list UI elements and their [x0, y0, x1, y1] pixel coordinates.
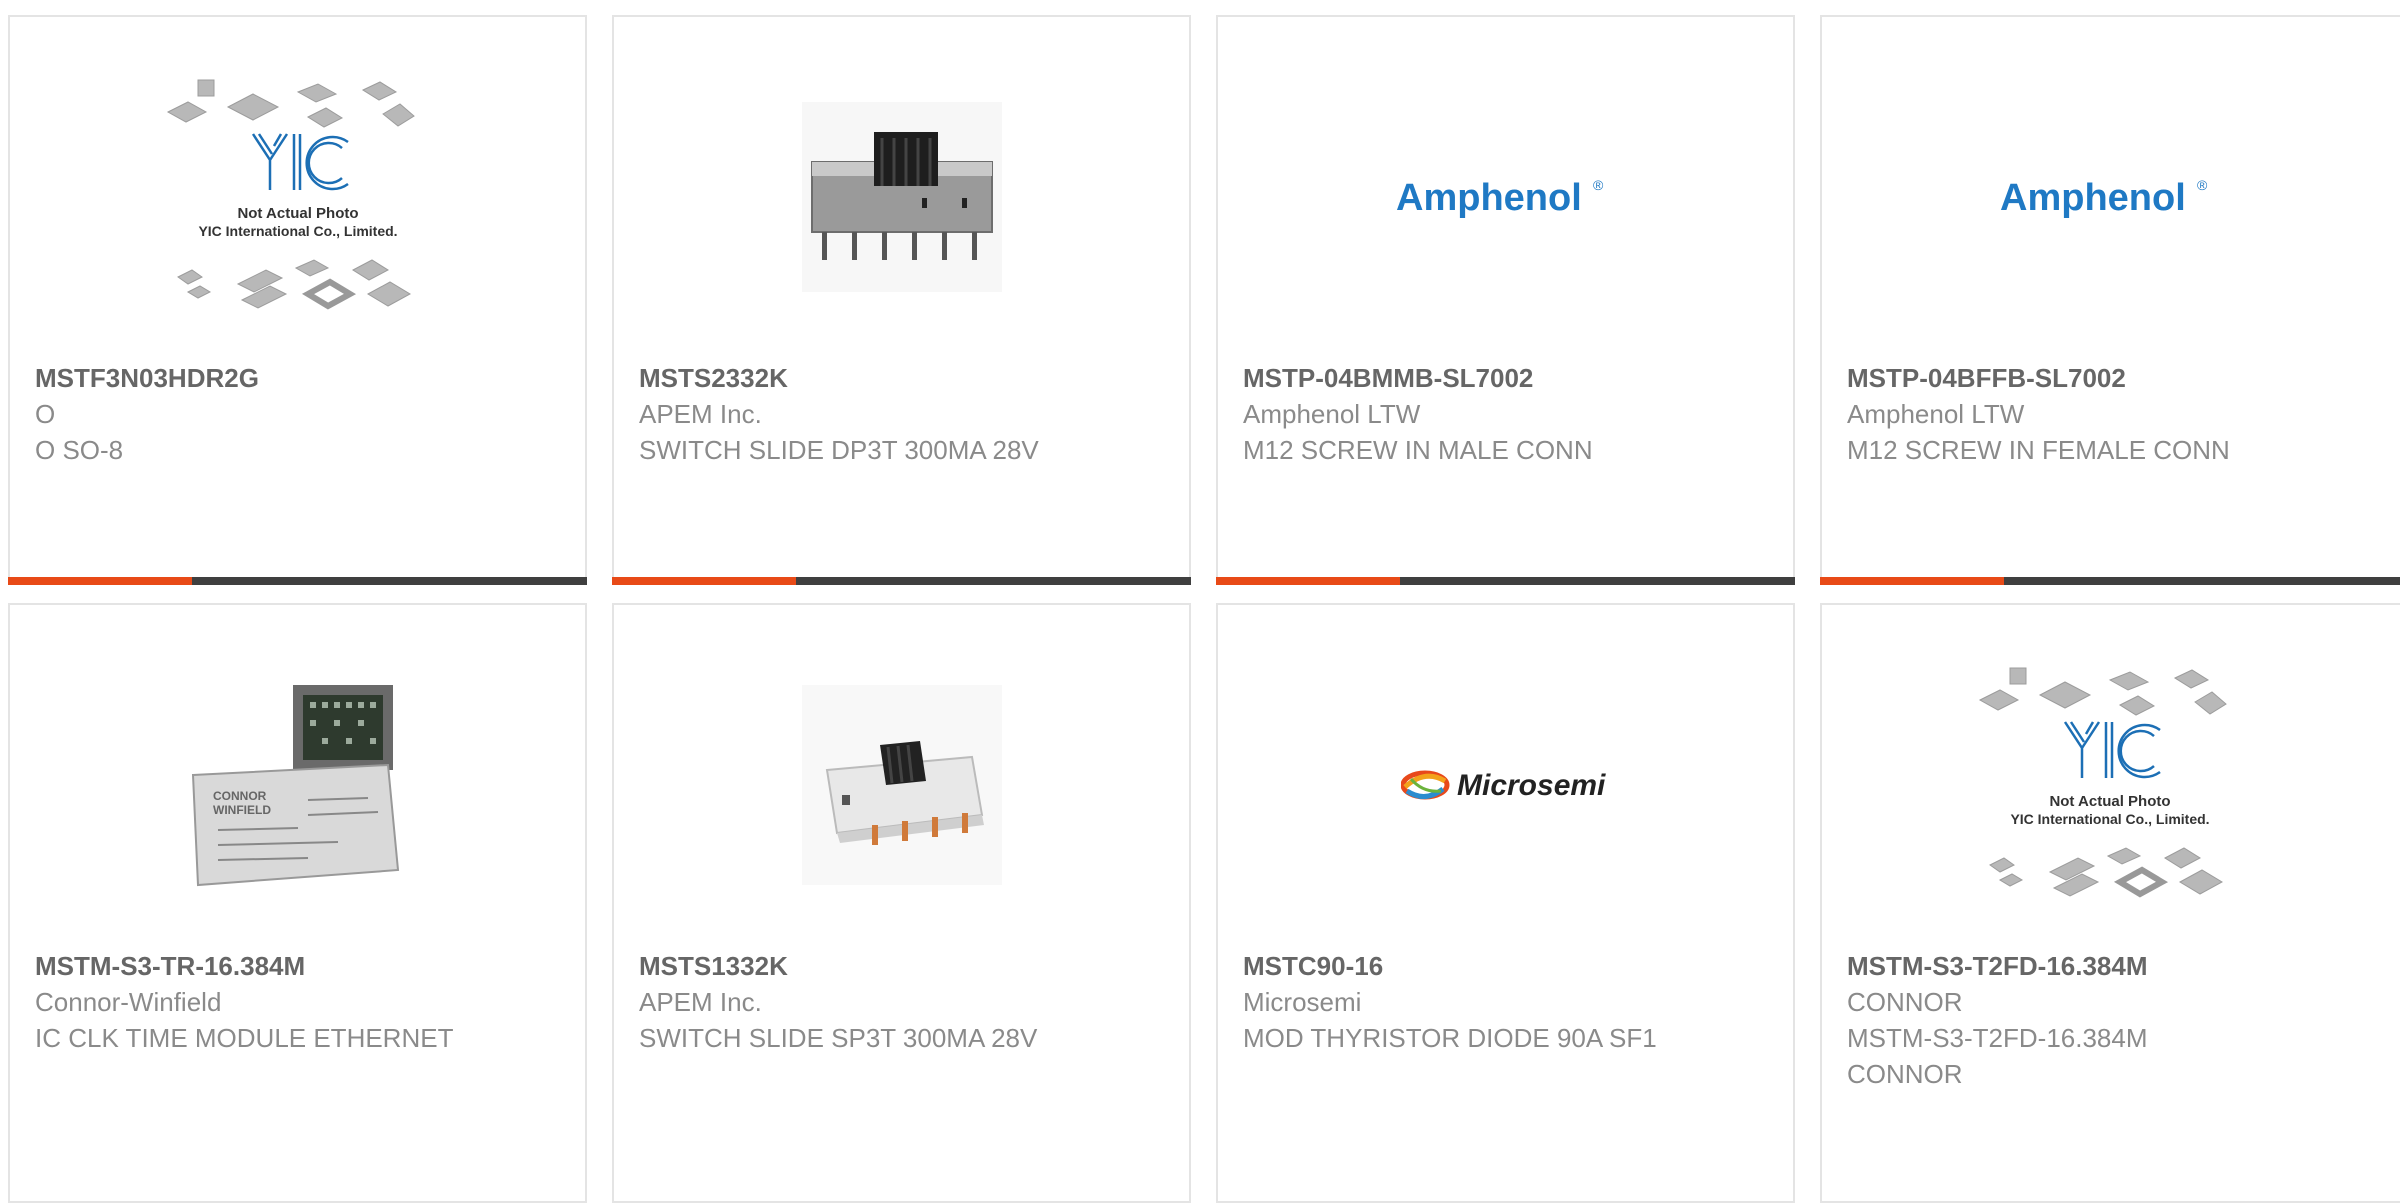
product-info: MSTS1332K APEM Inc. SWITCH SLIDE SP3T 30…: [639, 948, 1169, 1056]
product-image[interactable]: Amphenol ®: [1822, 87, 2397, 307]
part-number[interactable]: MSTS1332K: [639, 948, 1169, 984]
card-accent-bar: [8, 577, 587, 585]
not-actual-photo-icon: Not Actual Photo YIC International Co., …: [1978, 667, 2227, 898]
registered-mark: ®: [1593, 177, 1604, 193]
product-image-placeholder[interactable]: Not Actual Photo YIC International Co., …: [1822, 667, 2397, 898]
product-info: MSTS2332K APEM Inc. SWITCH SLIDE DP3T 30…: [639, 360, 1169, 468]
manufacturer: Connor-Winfield: [35, 987, 222, 1017]
product-card[interactable]: MSTS1332K APEM Inc. SWITCH SLIDE SP3T 30…: [612, 603, 1191, 1203]
yic-logo: [2063, 721, 2161, 779]
card-accent-bar: [1820, 577, 2400, 585]
accent-orange: [1216, 577, 1400, 585]
placeholder-text-line2: YIC International Co., Limited.: [198, 223, 397, 239]
microsemi-logo-icon: Microsemi: [1400, 769, 1606, 802]
part-number[interactable]: MSTP-04BFFB-SL7002: [1847, 360, 2398, 396]
manufacturer: Microsemi: [1243, 987, 1362, 1017]
description: M12 SCREW IN MALE CONN: [1243, 435, 1593, 465]
product-info: MSTP-04BFFB-SL7002 Amphenol LTW M12 SCRE…: [1847, 360, 2398, 468]
accent-orange: [1820, 577, 2004, 585]
amphenol-logo-text: Amphenol: [2000, 177, 2186, 219]
product-image[interactable]: Amphenol ®: [1218, 87, 1793, 307]
product-image[interactable]: [614, 87, 1189, 307]
product-card[interactable]: Amphenol ® MSTP-04BFFB-SL7002 Amphenol L…: [1820, 15, 2400, 585]
amphenol-logo-icon: Amphenol ®: [1396, 177, 1604, 219]
product-card[interactable]: Amphenol ® MSTP-04BMMB-SL7002 Amphenol L…: [1216, 15, 1795, 585]
manufacturer: O: [35, 399, 56, 429]
placeholder-text-line2: YIC International Co., Limited.: [2010, 811, 2209, 827]
description: MSTM-S3-T2FD-16.384M CONNOR: [1847, 1023, 2148, 1089]
amphenol-logo-icon: Amphenol ®: [2000, 177, 2208, 219]
yic-logo: [251, 133, 349, 191]
description: O SO-8: [35, 435, 124, 465]
card-accent-bar: [612, 577, 1191, 585]
accent-orange: [8, 577, 192, 585]
part-number[interactable]: MSTF3N03HDR2G: [35, 360, 565, 396]
product-image-placeholder[interactable]: Not Actual Photo YIC International Co., …: [10, 79, 585, 310]
module-label1: CONNOR: [213, 789, 267, 803]
card-accent-bar: [1216, 577, 1795, 585]
description: SWITCH SLIDE DP3T 300MA 28V: [639, 435, 1039, 465]
manufacturer: CONNOR: [1847, 987, 1963, 1017]
product-info: MSTP-04BMMB-SL7002 Amphenol LTW M12 SCRE…: [1243, 360, 1773, 468]
product-info: MSTC90-16 Microsemi MOD THYRISTOR DIODE …: [1243, 948, 1773, 1056]
product-card[interactable]: MSTS2332K APEM Inc. SWITCH SLIDE DP3T 30…: [612, 15, 1191, 585]
placeholder-text-line1: Not Actual Photo: [237, 205, 358, 222]
manufacturer: APEM Inc.: [639, 399, 762, 429]
product-card[interactable]: CONNOR WINFIELD MSTM-S3-TR-16.384M Conno…: [8, 603, 587, 1203]
part-number[interactable]: MSTM-S3-T2FD-16.384M: [1847, 948, 2398, 984]
slide-switch-icon: [801, 685, 1002, 885]
product-card[interactable]: Not Actual Photo YIC International Co., …: [8, 15, 587, 585]
product-info: MSTM-S3-T2FD-16.384M CONNOR MSTM-S3-T2FD…: [1847, 948, 2398, 1092]
accent-orange: [612, 577, 796, 585]
product-card[interactable]: Microsemi MSTC90-16 Microsemi MOD THYRIS…: [1216, 603, 1795, 1203]
product-image[interactable]: [614, 675, 1189, 895]
product-image[interactable]: Microsemi: [1218, 675, 1793, 895]
placeholder-text-line1: Not Actual Photo: [2049, 793, 2170, 810]
part-number[interactable]: MSTP-04BMMB-SL7002: [1243, 360, 1773, 396]
product-info: MSTM-S3-TR-16.384M Connor-Winfield IC CL…: [35, 948, 565, 1056]
manufacturer: Amphenol LTW: [1243, 399, 1421, 429]
microsemi-logo-text: Microsemi: [1457, 769, 1606, 802]
part-number[interactable]: MSTC90-16: [1243, 948, 1773, 984]
module-label2: WINFIELD: [213, 803, 271, 817]
manufacturer: Amphenol LTW: [1847, 399, 2025, 429]
amphenol-logo-text: Amphenol: [1396, 177, 1582, 219]
description: SWITCH SLIDE SP3T 300MA 28V: [639, 1023, 1038, 1053]
part-number[interactable]: MSTM-S3-TR-16.384M: [35, 948, 565, 984]
registered-mark: ®: [2197, 177, 2208, 193]
description: MOD THYRISTOR DIODE 90A SF1: [1243, 1023, 1657, 1053]
description: M12 SCREW IN FEMALE CONN: [1847, 435, 2230, 465]
product-image[interactable]: CONNOR WINFIELD: [10, 675, 585, 895]
clock-module-icon: CONNOR WINFIELD: [191, 685, 399, 887]
product-grid: Not Actual Photo YIC International Co., …: [0, 0, 2400, 1203]
slide-switch-icon: [801, 102, 1002, 292]
description: IC CLK TIME MODULE ETHERNET: [35, 1023, 454, 1053]
microsemi-swirl-icon: [1400, 770, 1449, 800]
not-actual-photo-icon: Not Actual Photo YIC International Co., …: [166, 79, 415, 310]
manufacturer: APEM Inc.: [639, 987, 762, 1017]
product-card[interactable]: Not Actual Photo YIC International Co., …: [1820, 603, 2400, 1203]
product-info: MSTF3N03HDR2G O O SO-8: [35, 360, 565, 468]
part-number[interactable]: MSTS2332K: [639, 360, 1169, 396]
